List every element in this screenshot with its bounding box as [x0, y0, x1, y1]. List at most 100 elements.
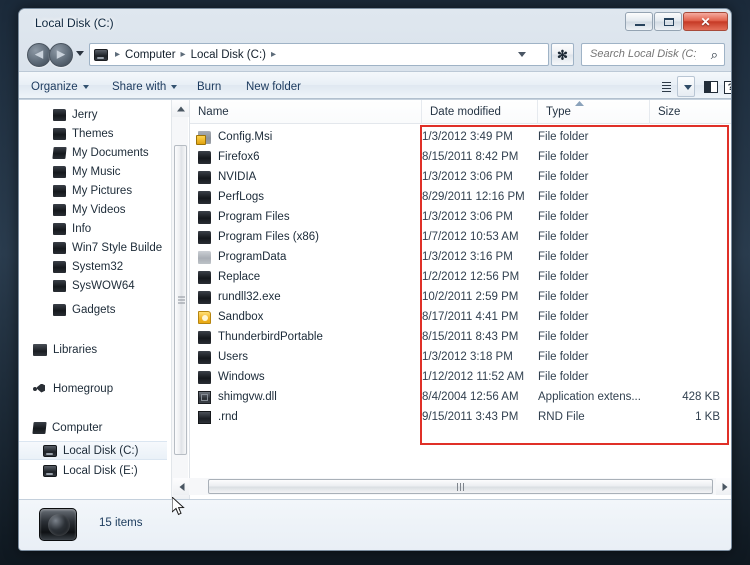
table-row[interactable]: Windows 1/12/2012 11:52 AM File folder [190, 367, 731, 387]
organize-button[interactable]: Organize [31, 77, 89, 96]
sidebar-item-my-documents[interactable]: My Documents [19, 143, 171, 162]
file-list-view[interactable]: Name Date modified Type Size Config.Msi 1/3/… [189, 100, 731, 500]
search-input[interactable] [588, 47, 698, 61]
sidebar-item-local-disk-c[interactable]: Local Disk (C:) [19, 441, 167, 460]
history-dropdown-icon[interactable] [76, 51, 84, 56]
file-name-cell[interactable]: Program Files [198, 210, 290, 224]
table-row[interactable]: rundll32.exe 10/2/2011 2:59 PM File folder [190, 287, 731, 307]
file-name-cell[interactable]: NVIDIA [198, 170, 256, 184]
minimize-button[interactable] [625, 12, 653, 31]
title-bar[interactable]: Local Disk (C:) ✕ [19, 9, 731, 40]
column-header-date-modified[interactable]: Date modified [422, 100, 538, 124]
sidebar-item-local-disk-e[interactable]: Local Disk (E:) [19, 461, 171, 480]
folder-icon [53, 303, 66, 316]
search-icon: ⌕ [710, 47, 718, 62]
sidebar-item-homegroup[interactable]: Homegroup [19, 379, 171, 398]
scrollbar-grip-icon [456, 482, 465, 491]
back-button[interactable]: ◀ [27, 43, 51, 67]
column-header-name[interactable]: Name [190, 100, 422, 124]
navigation-pane-scrollbar[interactable] [171, 100, 189, 500]
table-row[interactable]: NVIDIA 1/3/2012 3:06 PM File folder [190, 167, 731, 187]
table-row[interactable]: ThunderbirdPortable 8/15/2011 8:43 PM File… [190, 327, 731, 347]
file-name-cell[interactable]: ProgramData [198, 250, 286, 264]
table-row[interactable]: Program Files (x86) 1/7/2012 10:53 AM File… [190, 227, 731, 247]
file-name-label: Sandbox [218, 311, 264, 323]
new-folder-label: New folder [246, 80, 301, 93]
sidebar-item-gadgets[interactable]: Gadgets [19, 300, 171, 319]
forward-button[interactable]: ▶ [49, 43, 73, 67]
column-header-type[interactable]: Type [538, 100, 650, 124]
change-view-dropdown[interactable] [677, 76, 695, 97]
scrollbar-thumb[interactable] [174, 145, 187, 455]
sidebar-item-my-videos[interactable]: My Videos [19, 200, 171, 219]
table-row[interactable]: Config.Msi 1/3/2012 3:49 PM File folder [190, 127, 731, 147]
sidebar-item-my-pictures[interactable]: My Pictures [19, 181, 171, 200]
type-cell: File folder [538, 211, 589, 223]
chevron-down-icon [684, 85, 692, 90]
scroll-right-button[interactable] [716, 478, 731, 495]
sidebar-item-libraries[interactable]: Libraries [19, 340, 171, 359]
sidebar-item-info[interactable]: Info [19, 219, 171, 238]
breadcrumb-computer[interactable]: Computer [125, 49, 176, 61]
help-icon: ? [724, 81, 731, 94]
file-name-cell[interactable]: PerfLogs [198, 190, 264, 204]
horizontal-scrollbar-thumb[interactable] [208, 479, 713, 494]
file-name-cell[interactable]: shimgvw.dll [198, 390, 277, 404]
file-name-cell[interactable]: .rnd [198, 410, 238, 424]
table-row[interactable]: shimgvw.dll 8/4/2004 12:56 AM Application … [190, 387, 731, 407]
burn-button[interactable]: Burn [197, 77, 221, 96]
file-name-cell[interactable]: Config.Msi [196, 130, 272, 145]
sidebar-item-label: Themes [72, 127, 114, 140]
table-row[interactable]: PerfLogs 8/29/2011 12:16 PM File folder [190, 187, 731, 207]
help-button[interactable]: ? [722, 76, 731, 97]
folder-icon [198, 270, 211, 284]
refresh-button[interactable]: ✻ [551, 43, 574, 66]
scroll-up-button[interactable] [172, 100, 189, 117]
table-row[interactable]: Firefox6 8/15/2011 8:42 PM File folder [190, 147, 731, 167]
file-name-cell[interactable]: Windows [198, 370, 265, 384]
file-name-label: Windows [218, 371, 265, 383]
preview-pane-button[interactable] [700, 76, 720, 97]
breadcrumb-separator: ▸ [115, 49, 121, 60]
table-row[interactable]: ProgramData 1/3/2012 3:16 PM File folder [190, 247, 731, 267]
file-name-cell[interactable]: Sandbox [198, 310, 264, 324]
file-name-cell[interactable]: Firefox6 [198, 150, 260, 164]
table-row[interactable]: Sandbox 8/17/2011 4:41 PM File folder [190, 307, 731, 327]
sidebar-item-syswow64[interactable]: SysWOW64 [19, 276, 171, 295]
horizontal-scrollbar[interactable] [189, 478, 731, 495]
maximize-button[interactable] [654, 12, 682, 31]
close-button[interactable]: ✕ [683, 12, 728, 31]
file-name-cell[interactable]: Replace [198, 270, 260, 284]
sidebar-item-themes[interactable]: Themes [19, 124, 171, 143]
table-row[interactable]: Replace 1/2/2012 12:56 PM File folder [190, 267, 731, 287]
file-name-cell[interactable]: ThunderbirdPortable [198, 330, 323, 344]
sidebar-item-my-music[interactable]: My Music [19, 162, 171, 181]
sidebar-item-system32[interactable]: System32 [19, 257, 171, 276]
file-name-cell[interactable]: Program Files (x86) [198, 230, 319, 244]
address-bar[interactable]: ▸ Computer ▸ Local Disk (C:) ▸ [89, 43, 549, 66]
sidebar-item-computer[interactable]: Computer [19, 418, 171, 437]
change-view-button[interactable] [655, 76, 677, 97]
sidebar-item-jerry[interactable]: Jerry [19, 105, 171, 124]
sidebar-item-win7-style-builde[interactable]: Win7 Style Builde [19, 238, 171, 257]
table-row[interactable]: .rnd 9/15/2011 3:43 PM RND File 1 KB [190, 407, 731, 427]
folder-icon [198, 230, 211, 244]
folder-dim-icon [198, 250, 211, 264]
file-name-label: .rnd [218, 411, 238, 423]
folder-icon [198, 150, 211, 164]
file-name-cell[interactable]: Users [198, 350, 248, 364]
file-name-cell[interactable]: rundll32.exe [198, 290, 281, 304]
date-modified-cell: 8/17/2011 4:41 PM [422, 311, 519, 323]
column-header-size[interactable]: Size [650, 100, 731, 124]
breadcrumb-local-disk-c[interactable]: Local Disk (C:) [191, 49, 266, 61]
preview-pane-icon [704, 81, 718, 93]
address-dropdown-icon[interactable] [518, 52, 526, 57]
new-folder-button[interactable]: New folder [246, 77, 301, 96]
scroll-left-button[interactable] [173, 478, 190, 495]
table-row[interactable]: Program Files 1/3/2012 3:06 PM File folder [190, 207, 731, 227]
size-cell: 428 KB [682, 391, 720, 403]
share-with-button[interactable]: Share with [112, 77, 178, 96]
table-row[interactable]: Users 1/3/2012 3:18 PM File folder [190, 347, 731, 367]
search-box[interactable]: ⌕ [581, 43, 725, 66]
folder-icon [198, 330, 211, 344]
